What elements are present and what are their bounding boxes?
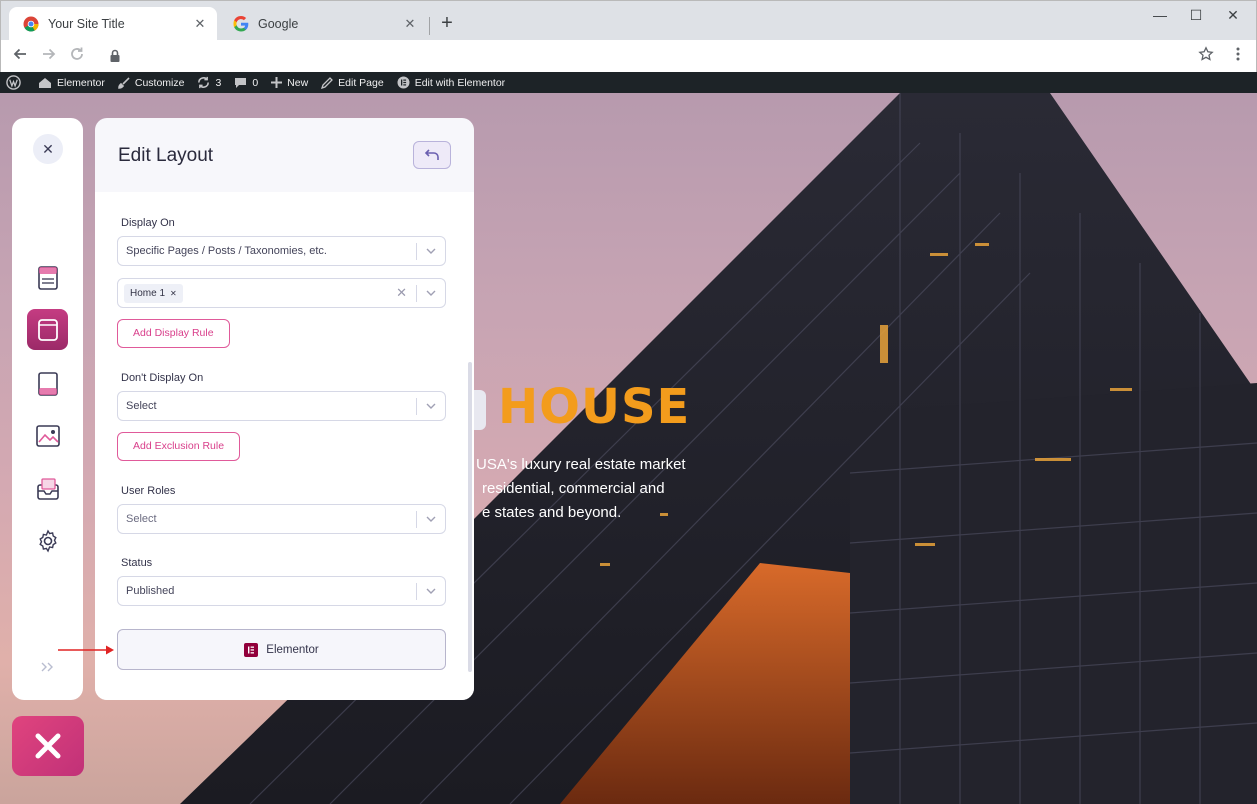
status-label: Status [121,557,153,569]
admin-new[interactable]: New [271,77,308,89]
close-icon[interactable]: ✕ [33,134,63,164]
wp-admin-bar: Elementor Customize 3 0 New Edit Page Ed… [0,72,1257,93]
elementor-logo-icon [244,642,259,657]
user-roles-label: User Roles [121,485,176,497]
footer-layout-icon[interactable] [27,363,68,404]
tab-close-icon[interactable]: ✕ [402,16,418,32]
forward-arrow-icon[interactable] [39,46,59,66]
address-bar[interactable] [99,43,1225,70]
maximize-button[interactable]: ☐ [1184,7,1208,23]
back-arrow-icon[interactable] [10,46,30,66]
back-button[interactable] [413,141,451,169]
tab-title: Your Site Title [48,17,125,31]
brush-icon [118,76,130,89]
status-select[interactable]: Published [117,576,446,606]
lock-icon [109,49,121,63]
add-exclusion-rule-button[interactable]: Add Exclusion Rule [117,432,241,461]
display-on-select[interactable]: Specific Pages / Posts / Taxonomies, etc… [117,236,446,266]
admin-customize[interactable]: Customize [118,76,184,89]
browser-tab-strip: Your Site Title ✕ Google ✕ + — ☐ ✕ [0,0,1257,41]
header-layout-icon[interactable] [27,257,68,298]
panel-body: Display On Specific Pages / Posts / Taxo… [95,192,474,700]
display-on-target-select[interactable]: Home 1 ✕ ✕ [117,278,446,308]
admin-comments[interactable]: 0 [234,77,258,89]
admin-updates[interactable]: 3 [197,76,221,89]
google-favicon-icon [233,16,249,32]
edit-layout-panel: Edit Layout Display On Specific Pages / … [95,118,474,700]
chevron-down-icon [426,588,436,594]
new-tab-button[interactable]: + [437,13,457,33]
add-display-rule-button[interactable]: Add Display Rule [117,319,230,348]
display-on-label: Display On [121,217,175,229]
inbox-icon[interactable] [27,468,68,509]
chevron-down-icon [426,403,436,409]
tab-separator [429,17,430,35]
edit-with-elementor-button[interactable]: Elementor [117,629,446,670]
user-roles-select[interactable]: Select [117,504,446,534]
clear-icon[interactable]: ✕ [396,285,407,301]
tab-google[interactable]: Google ✕ [219,7,427,41]
home-icon [39,77,51,88]
return-arrow-icon [424,149,439,160]
chevron-down-icon [426,248,436,254]
elementor-icon [397,76,410,89]
gear-icon[interactable] [27,520,68,561]
bookmark-star-icon[interactable] [1196,46,1216,66]
wp-logo-icon[interactable] [6,75,26,90]
chevron-down-icon [426,290,436,296]
browser-toolbar [0,40,1257,72]
hero-description: USA's luxury real estate market resident… [476,456,686,521]
admin-site-name[interactable]: Elementor [38,77,105,89]
gallery-icon[interactable] [27,415,68,456]
window-close-button[interactable]: ✕ [1221,7,1245,23]
annotation-arrow [58,645,114,655]
panel-collapse-handle[interactable] [474,390,486,430]
chevron-down-icon [426,516,436,522]
reload-icon[interactable] [67,46,87,66]
hero-title: HOUSE [498,379,691,435]
plus-icon [271,77,283,88]
chip-remove-icon[interactable]: ✕ [170,289,177,298]
chrome-favicon-icon [23,16,39,32]
panel-title: Edit Layout [118,145,214,166]
double-chevron-icon[interactable] [40,660,54,676]
admin-edit-page[interactable]: Edit Page [321,77,384,89]
minimize-button[interactable]: — [1148,7,1172,23]
dont-display-on-select[interactable]: Select [117,391,446,421]
pencil-icon [321,76,334,89]
sidebar-rail: ✕ [12,118,83,700]
panel-scrollbar[interactable] [468,362,472,672]
kebab-menu-icon[interactable] [1228,46,1248,66]
tab-close-icon[interactable]: ✕ [192,16,208,32]
dont-display-on-label: Don't Display On [121,372,204,384]
tab-your-site-title[interactable]: Your Site Title ✕ [9,7,217,41]
x-logo-icon [35,733,61,759]
comment-icon [235,77,247,88]
admin-edit-with-elementor[interactable]: Edit with Elementor [397,76,505,89]
updates-icon [198,76,210,89]
tab-title: Google [258,17,299,31]
selected-chip: Home 1 ✕ [124,284,183,303]
plugin-launcher-button[interactable] [12,716,84,776]
layout-icon[interactable] [27,309,68,350]
